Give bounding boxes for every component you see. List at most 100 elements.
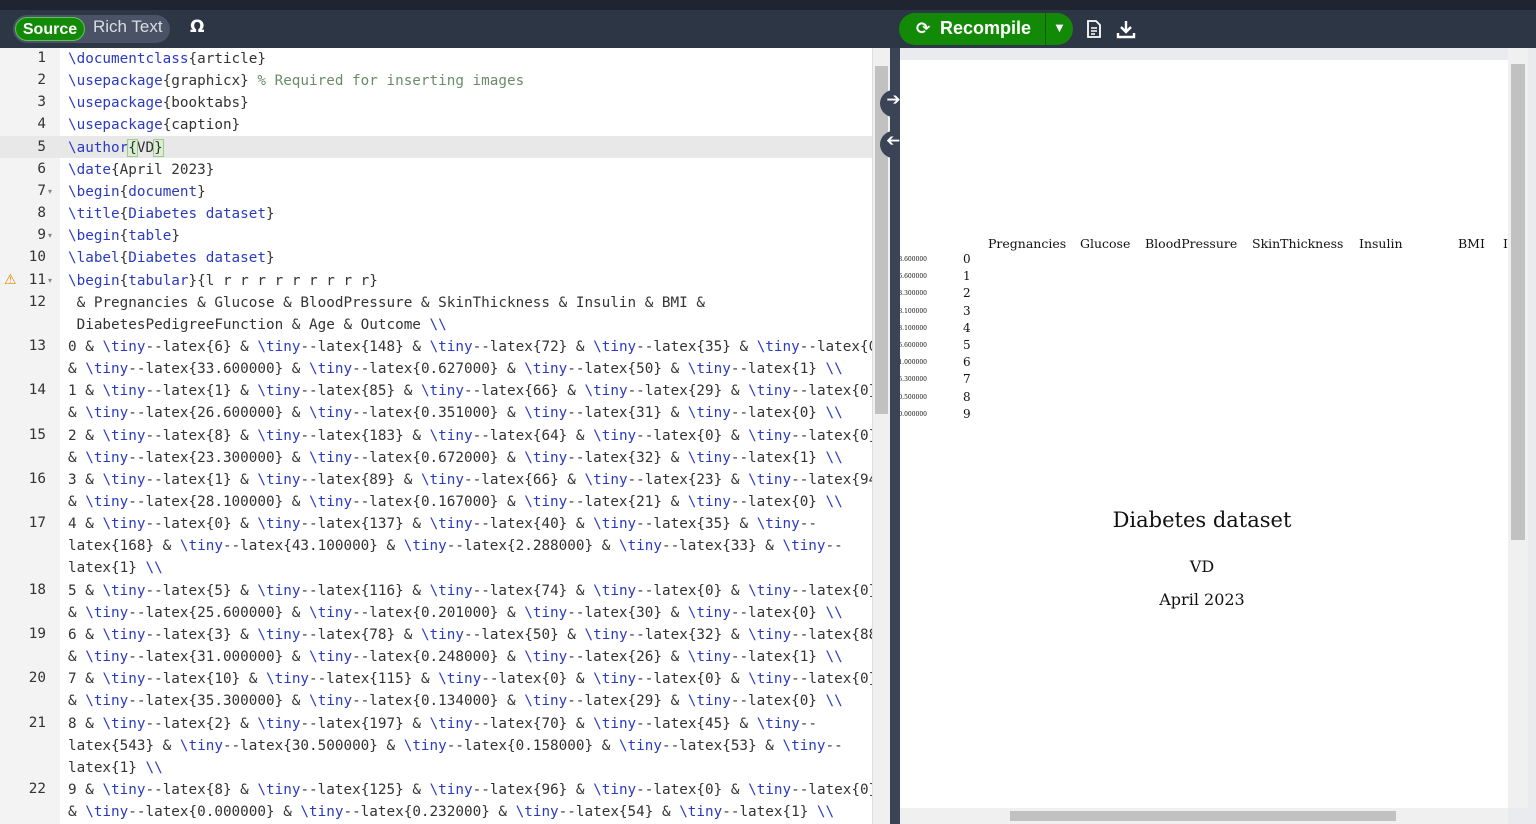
row-index: 4	[963, 320, 971, 335]
fold-toggle-icon[interactable]: ▾	[48, 231, 52, 240]
code-line[interactable]: 8 \title{Diabetes dataset}	[0, 202, 872, 224]
fold-toggle-icon[interactable]: ▾	[48, 187, 52, 196]
code-line[interactable]: 16 3 & \tiny--latex{1} & \tiny--latex{89}…	[0, 468, 872, 512]
row-index: 5	[963, 338, 971, 352]
code-text[interactable]: \begin{document}	[68, 181, 868, 203]
line-number: 7	[37, 182, 46, 199]
code-text[interactable]: 5 & \tiny--latex{5} & \tiny--latex{116} …	[68, 580, 872, 624]
table-cell: latex33.600000	[900, 256, 927, 263]
code-line[interactable]: 9 ▾ \begin{table}	[0, 224, 872, 246]
row-index: 2	[963, 286, 971, 301]
recompile-button[interactable]: ⟳ Recompile	[899, 13, 1045, 45]
code-line[interactable]: 13 0 & \tiny--latex{6} & \tiny--latex{148…	[0, 335, 872, 379]
window-top-strip	[0, 0, 1536, 10]
table-cell: latex31.000000	[900, 359, 927, 367]
code-text[interactable]: 3 & \tiny--latex{1} & \tiny--latex{89} &…	[68, 469, 872, 513]
pdf-preview: Pregnancies Glucose BloodPressure SkinThick…	[900, 48, 1536, 824]
code-text[interactable]: 2 & \tiny--latex{8} & \tiny--latex{183} …	[68, 425, 872, 469]
code-text[interactable]: 0 & \tiny--latex{6} & \tiny--latex{148} …	[68, 336, 872, 380]
code-line[interactable]: 10 \label{Diabetes dataset}	[0, 246, 872, 268]
code-line[interactable]: 1 \documentclass{article}	[0, 48, 872, 69]
code-text[interactable]: & Pregnancies & Glucose & BloodPressure …	[68, 292, 868, 336]
table-header-cell: BMI	[1458, 236, 1485, 251]
code-text[interactable]: \documentclass{article}	[68, 48, 868, 70]
code-line[interactable]: 18 5 & \tiny--latex{5} & \tiny--latex{116…	[0, 579, 872, 623]
code-text[interactable]: \usepackage{graphicx} % Required for ins…	[68, 70, 868, 92]
preview-horizontal-scrollbar[interactable]	[900, 808, 1508, 824]
code-line[interactable]: 11 ▾ ⚠ \begin{tabular}{l r r r r r r r r r}	[0, 269, 872, 291]
editor-vertical-scrollbar[interactable]	[872, 48, 890, 824]
code-text[interactable]: \author{VD}	[68, 137, 868, 159]
row-index: 7	[963, 372, 971, 387]
code-line[interactable]: 19 6 & \tiny--latex{3} & \tiny--latex{78}…	[0, 623, 872, 667]
code-text[interactable]: \title{Diabetes dataset}	[68, 203, 868, 225]
code-line[interactable]: 14 1 & \tiny--latex{1} & \tiny--latex{85}…	[0, 379, 872, 423]
editor-mode-toggle[interactable]: Source Rich Text	[13, 15, 170, 43]
code-line[interactable]: 5 \author{VD}	[0, 135, 872, 159]
line-number: 12	[28, 293, 46, 310]
row-index: 1	[963, 269, 971, 284]
code-text[interactable]: \label{Diabetes dataset}	[68, 247, 868, 269]
code-text[interactable]: 9 & \tiny--latex{8} & \tiny--latex{125} …	[68, 779, 872, 823]
line-number: 10	[28, 249, 46, 266]
code-text[interactable]: 1 & \tiny--latex{1} & \tiny--latex{85} &…	[68, 380, 872, 424]
recompile-label: Recompile	[940, 18, 1032, 38]
table-header-cell: BloodPressure	[1145, 236, 1238, 251]
toolbar: Source Rich Text Ω ⟳ Recompile ▼	[0, 10, 1536, 48]
table-header-cell: SkinThickness	[1252, 236, 1344, 251]
table-cell: latex30.500000	[900, 393, 927, 401]
symbol-palette-button[interactable]: Ω	[190, 17, 204, 37]
code-editor[interactable]: 1 \documentclass{article} 2 \usepackage{gra…	[0, 48, 872, 824]
code-text[interactable]: 8 & \tiny--latex{2} & \tiny--latex{197} …	[68, 713, 868, 779]
line-number: 8	[37, 205, 46, 222]
refresh-icon: ⟳	[916, 19, 931, 39]
preview-hscroll-thumb[interactable]	[1010, 811, 1396, 821]
document-icon[interactable]	[1084, 19, 1104, 39]
line-number: 13	[28, 337, 46, 354]
table-header-cell: Glucose	[1080, 236, 1131, 251]
preview-scroll-thumb[interactable]	[1511, 64, 1525, 540]
code-line[interactable]: 3 \usepackage{booktabs}	[0, 91, 872, 113]
caret-down-icon[interactable]: ▼	[1046, 13, 1073, 45]
pdf-page: Pregnancies Glucose BloodPressure SkinThick…	[900, 60, 1508, 810]
code-line[interactable]: 2 \usepackage{graphicx} % Required for in…	[0, 69, 872, 91]
code-line[interactable]: 20 7 & \tiny--latex{10} & \tiny--latex{11…	[0, 667, 872, 711]
source-mode-button[interactable]: Source	[15, 17, 85, 41]
editor-scroll-thumb[interactable]	[875, 66, 888, 414]
code-text[interactable]: 4 & \tiny--latex{0} & \tiny--latex{137} …	[68, 513, 868, 579]
code-line[interactable]: 7 ▾ \begin{document}	[0, 180, 872, 202]
code-text[interactable]: \begin{tabular}{l r r r r r r r r r}	[68, 270, 868, 292]
line-number: 21	[28, 714, 46, 731]
table-cell: latex28.100000	[900, 307, 927, 315]
code-text[interactable]: 6 & \tiny--latex{3} & \tiny--latex{78} &…	[68, 624, 872, 668]
document-title: Diabetes dataset	[1112, 508, 1292, 532]
line-number: 17	[28, 515, 46, 532]
code-line[interactable]: 12 & Pregnancies & Glucose & BloodPressu…	[0, 291, 872, 335]
line-number: 15	[28, 426, 46, 443]
table-cell: latex26.600000	[900, 273, 927, 281]
code-line[interactable]: 17 4 & \tiny--latex{0} & \tiny--latex{137…	[0, 512, 872, 578]
code-line[interactable]: 21 8 & \tiny--latex{2} & \tiny--latex{197…	[0, 712, 872, 778]
code-text[interactable]: \usepackage{booktabs}	[68, 92, 868, 114]
rich-text-mode-button[interactable]: Rich Text	[93, 17, 163, 41]
code-line[interactable]: 15 2 & \tiny--latex{8} & \tiny--latex{183…	[0, 424, 872, 468]
fold-toggle-icon[interactable]: ▾	[48, 276, 52, 285]
row-index: 8	[963, 389, 971, 404]
download-icon[interactable]	[1116, 19, 1136, 39]
warning-icon[interactable]: ⚠	[4, 272, 17, 288]
code-text[interactable]: \date{April 2023}	[68, 159, 868, 181]
code-line[interactable]: 4 \usepackage{caption}	[0, 113, 872, 135]
line-number: 22	[28, 780, 46, 797]
code-text[interactable]: \usepackage{caption}	[68, 114, 868, 136]
code-line[interactable]: 22 9 & \tiny--latex{8} & \tiny--latex{125…	[0, 778, 872, 822]
code-line[interactable]: 6 \date{April 2023}	[0, 158, 872, 180]
row-index: 3	[963, 303, 971, 318]
code-text[interactable]: 7 & \tiny--latex{10} & \tiny--latex{115}…	[68, 668, 872, 712]
preview-vertical-scrollbar[interactable]	[1508, 48, 1528, 808]
line-number: 5	[37, 138, 46, 155]
code-text[interactable]: \begin{table}	[68, 225, 868, 247]
table-header-cell: Pregnancies	[988, 236, 1067, 251]
pane-divider[interactable]	[890, 48, 900, 824]
line-number: 2	[37, 72, 46, 89]
line-number: 4	[37, 116, 46, 133]
